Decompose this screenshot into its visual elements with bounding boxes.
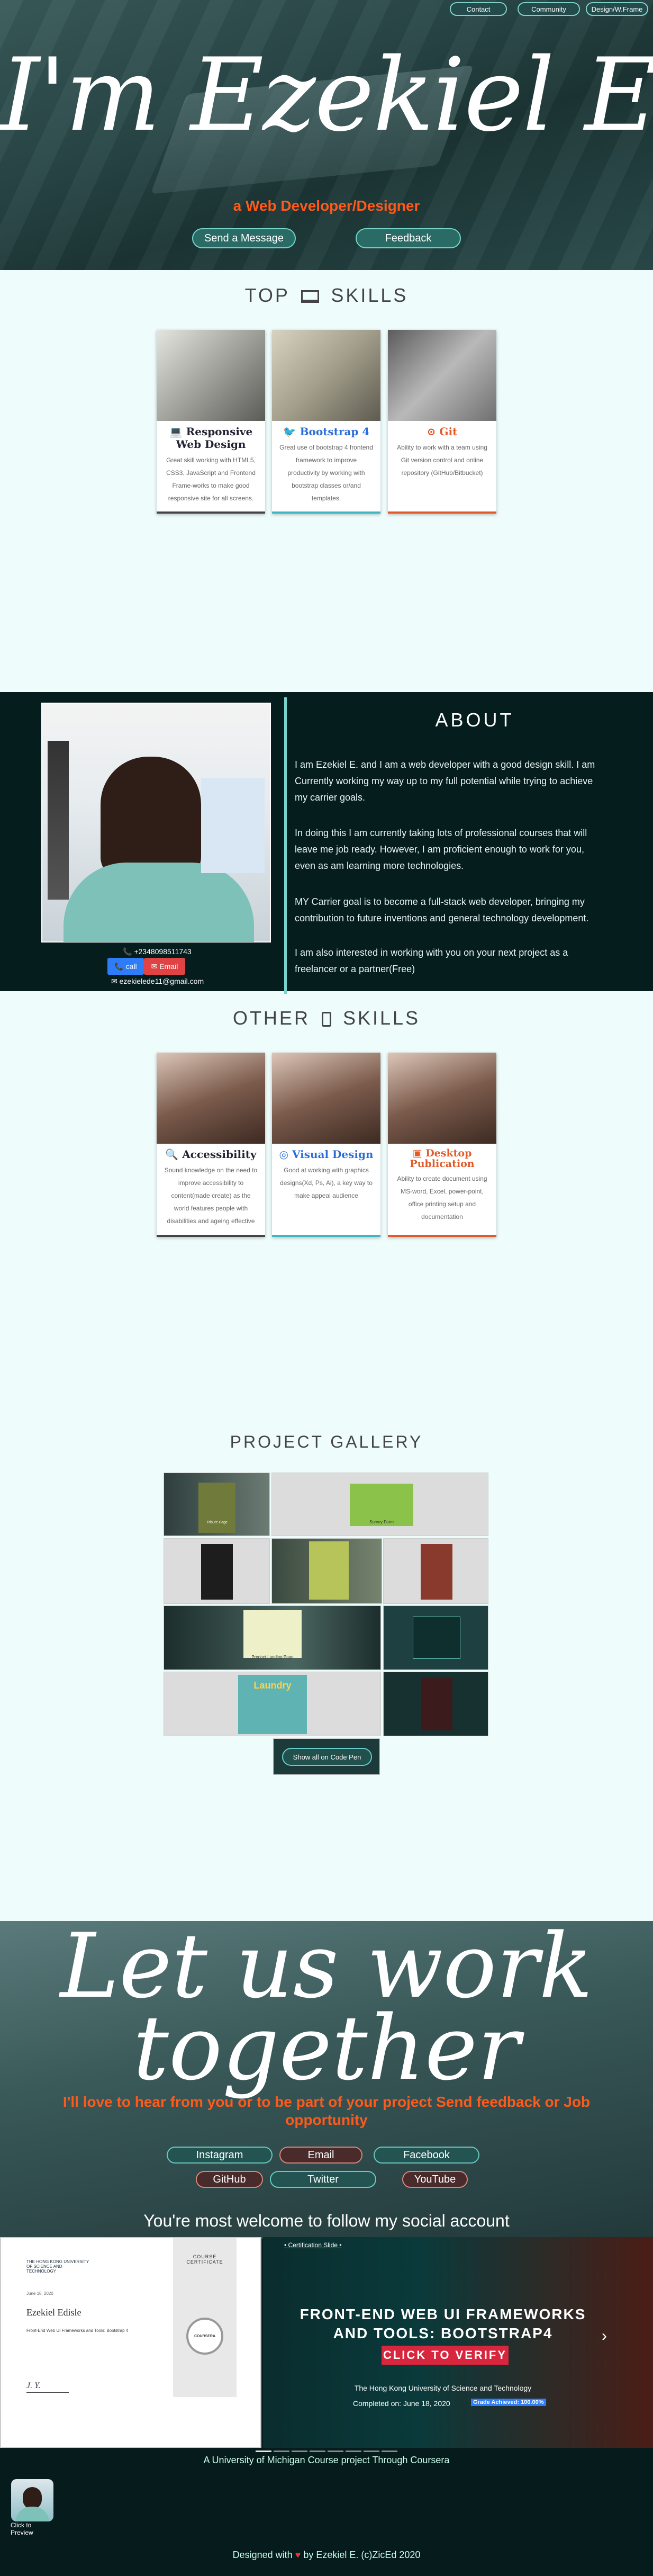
skill-card-image	[272, 1053, 380, 1144]
laptop-icon: 💻	[169, 425, 183, 438]
contact-section: Let us work together I'll love to hear f…	[0, 1921, 653, 2576]
office-icon: ▣	[412, 1147, 422, 1159]
hero-section: Contact Community Design/W.Frame I'm Eze…	[0, 0, 653, 270]
contact-title-line2: together	[133, 1996, 520, 2100]
youtube-link[interactable]: YouTube	[402, 2171, 468, 2188]
gallery-heading: PROJECT GALLERY	[230, 1432, 423, 1451]
about-divider	[284, 697, 287, 994]
grade-badge: Grade Achieved: 100.00%	[471, 2399, 546, 2406]
about-paragraph: MY Carrier goal is to become a full-stac…	[295, 896, 589, 923]
email-address[interactable]: ✉ ezekielede11@gmail.com	[111, 977, 204, 986]
follow-text: You're most welcome to follow my social …	[143, 2211, 510, 2230]
hero-role: a Web Developer/Designer	[233, 198, 420, 214]
skill-card-responsive: 💻 Responsive Web Design Great skill work…	[157, 330, 265, 514]
feedback-button[interactable]: Feedback	[356, 228, 461, 248]
contact-invitation: I'll love to hear from you or to be part…	[62, 2094, 591, 2128]
about-paragraph: In doing this I am currently taking lots…	[295, 828, 587, 871]
mail-icon: ✉	[151, 962, 158, 971]
email-link[interactable]: Email	[279, 2147, 362, 2164]
chevron-right-icon[interactable]: ›	[602, 2327, 607, 2345]
skill-card-image	[388, 1053, 496, 1144]
show-all-codepen-button[interactable]: Show all on Code Pen	[282, 1748, 372, 1766]
nav-design-button[interactable]: Design/W.Frame	[586, 2, 648, 16]
gallery-thumbnail[interactable]: Survey Form	[271, 1473, 488, 1536]
facebook-link[interactable]: Facebook	[374, 2147, 479, 2164]
coursera-seal: COURSERA	[186, 2318, 223, 2355]
about-section: 📞 +2348098511743 📞 call ✉ Email ✉ ezekie…	[0, 692, 653, 994]
twitter-link[interactable]: Twitter	[270, 2171, 376, 2188]
phone-icon: 📞	[114, 962, 124, 971]
twitter-icon: 🐦	[283, 425, 296, 438]
skill-card-bootstrap: 🐦 Bootstrap 4 Great use of bootstrap 4 f…	[272, 330, 380, 514]
skill-card-desktop-publication: ▣ Desktop Publication Ability to create …	[388, 1053, 496, 1237]
certification-slide[interactable]: • Certification Slide • FRONT-END WEB UI…	[263, 2237, 653, 2448]
instagram-link[interactable]: Instagram	[167, 2147, 273, 2164]
about-paragraph: I am Ezekiel E. and I am a web developer…	[295, 759, 595, 803]
preview-label[interactable]: Click to Preview	[11, 2521, 42, 2536]
heart-icon: ♥	[295, 2550, 301, 2560]
gallery-thumbnail[interactable]: Product Landing Page	[164, 1605, 381, 1670]
gallery-thumbnail[interactable]	[164, 1538, 270, 1604]
gallery-thumbnail[interactable]	[271, 1538, 382, 1604]
skill-card-accessibility: 🔍 Accessibility Sound knowledge on the n…	[157, 1053, 265, 1237]
slide-university: The Hong Kong University of Science and …	[354, 2384, 532, 2392]
skill-card-visual-design: ◎ Visual Design Good at working with gra…	[272, 1053, 380, 1237]
accessibility-icon: 🔍	[165, 1148, 179, 1161]
coursera-note: A University of Michigan Course project …	[203, 2455, 450, 2465]
laptop-icon	[301, 290, 320, 303]
call-button[interactable]: 📞 call	[107, 958, 144, 975]
slide-title: FRONT-END WEB UI FRAMEWORKS AND TOOLS: B…	[300, 2306, 586, 2341]
skill-card-image	[388, 330, 496, 421]
nav-contact-button[interactable]: Contact	[450, 2, 507, 16]
skill-card-image	[272, 330, 380, 421]
gallery-thumbnail[interactable]	[383, 1605, 488, 1670]
about-heading: ABOUT	[435, 709, 514, 731]
mobile-icon	[321, 1012, 331, 1027]
slide-tag: • Certification Slide •	[284, 2241, 342, 2249]
nav-community-button[interactable]: Community	[518, 2, 580, 16]
gallery-thumbnail[interactable]	[383, 1538, 488, 1604]
top-skills-heading: TOP SKILLS	[244, 284, 409, 306]
footer-credit: Designed with ♥ by Ezekiel E. (c)ZicEd 2…	[232, 2550, 421, 2560]
profile-photo	[41, 703, 271, 943]
instagram-icon: ◎	[279, 1148, 288, 1161]
other-skills-heading: OTHER SKILLS	[232, 1007, 421, 1029]
phone-number[interactable]: 📞 +2348098511743	[123, 947, 192, 956]
skill-card-image	[157, 1053, 265, 1144]
skill-card-image	[157, 330, 265, 421]
hero-title: I'm Ezekiel E.	[0, 37, 653, 154]
github-icon: ⊙	[427, 425, 436, 438]
gallery-codepen-panel: Show all on Code Pen	[273, 1738, 380, 1775]
gallery-thumbnail[interactable]	[383, 1672, 488, 1736]
skill-card-git: ⊙ Git Ability to work with a team using …	[388, 330, 496, 514]
gallery-thumbnail[interactable]: Laundry	[164, 1672, 381, 1736]
github-link[interactable]: GitHub	[196, 2171, 263, 2188]
send-message-button[interactable]: Send a Message	[192, 228, 296, 248]
gallery-thumbnail[interactable]: Tribute Page	[164, 1473, 270, 1536]
about-paragraph: I am also interested in working with you…	[295, 947, 568, 974]
slide-completed: Completed on: June 18, 2020	[353, 2399, 450, 2408]
certificate-image[interactable]: THE HONG KONG UNIVERSITY OF SCIENCE AND …	[0, 2237, 261, 2448]
email-button[interactable]: ✉ Email	[144, 958, 185, 975]
verify-button[interactable]: CLICK TO VERIFY	[382, 2346, 509, 2365]
preview-avatar[interactable]	[11, 2479, 53, 2521]
